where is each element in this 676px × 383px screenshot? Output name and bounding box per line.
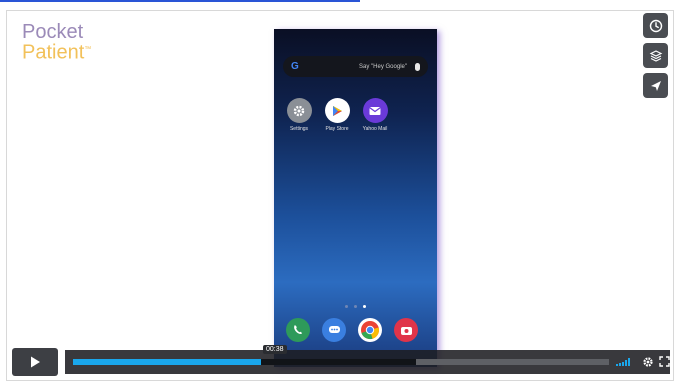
messages-icon[interactable] — [322, 318, 346, 342]
app-play-store[interactable]: Play Store — [322, 98, 352, 132]
play-button[interactable] — [12, 348, 58, 376]
layers-icon — [649, 49, 662, 62]
progress-fill — [73, 359, 261, 365]
page-dot — [345, 305, 348, 308]
home-apps: Settings Play Store Yahoo Mail — [284, 98, 390, 132]
phone-icon[interactable] — [286, 318, 310, 342]
watch-later-button[interactable] — [643, 13, 668, 38]
logo-trademark: ™ — [84, 46, 92, 53]
search-placeholder: Say "Hey Google" — [359, 63, 407, 70]
video-player: Pocket Patient™ G Say "Hey Google" Setti… — [6, 10, 674, 381]
mic-icon[interactable] — [415, 62, 420, 71]
play-icon — [31, 356, 40, 368]
google-search-bar[interactable]: G Say "Hey Google" — [283, 56, 428, 77]
logo-line-2: Patient™ — [22, 41, 92, 64]
progress-track[interactable]: 00:38 — [73, 345, 609, 365]
pocket-patient-logo: Pocket Patient™ — [22, 21, 92, 64]
app-label-settings: Settings — [289, 126, 309, 132]
clock-icon — [649, 19, 662, 32]
chrome-icon[interactable] — [358, 318, 382, 342]
gear-icon — [642, 356, 653, 367]
page-dot-active — [363, 305, 366, 308]
volume-bar — [619, 363, 621, 366]
control-bar: 00:38 — [65, 345, 671, 374]
volume-bar — [625, 360, 627, 366]
progress-buffered — [260, 359, 417, 365]
yahoo-mail-icon — [362, 98, 388, 123]
top-link-underline — [0, 0, 360, 2]
camera-icon[interactable] — [394, 318, 418, 342]
fullscreen-button[interactable] — [658, 355, 671, 368]
phone-screen: G Say "Hey Google" Settings Play Store Y… — [274, 29, 437, 367]
settings-button[interactable] — [641, 355, 654, 368]
logo-line-1: Pocket — [22, 21, 84, 43]
app-settings[interactable]: Settings — [284, 98, 314, 132]
app-label-yahoo-mail: Yahoo Mail — [362, 126, 388, 132]
app-dock — [286, 318, 418, 342]
volume-bar — [616, 364, 618, 366]
send-icon — [650, 80, 661, 91]
page-indicator — [345, 305, 366, 308]
fullscreen-icon — [659, 356, 670, 367]
settings-icon — [286, 98, 312, 123]
app-yahoo-mail[interactable]: Yahoo Mail — [360, 98, 390, 132]
app-label-play-store: Play Store — [325, 126, 349, 132]
volume-bar — [628, 358, 630, 366]
volume-indicator[interactable] — [616, 358, 630, 366]
share-button[interactable] — [643, 73, 668, 98]
volume-bar — [622, 362, 624, 366]
logo-line-2-text: Patient — [22, 41, 85, 64]
google-icon: G — [291, 61, 299, 72]
time-tooltip: 00:38 — [263, 345, 287, 354]
side-toolbar — [643, 13, 668, 98]
player-controls: 00:38 — [7, 345, 673, 380]
collections-button[interactable] — [643, 43, 668, 68]
page-dot — [354, 305, 357, 308]
play-store-icon — [324, 98, 350, 123]
